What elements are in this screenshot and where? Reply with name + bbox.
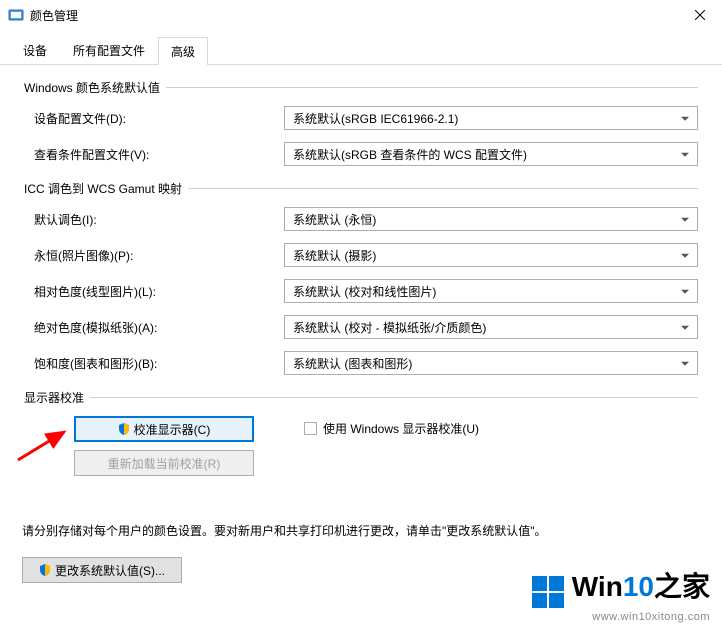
select-value: 系统默认 (摄影) — [293, 247, 376, 264]
label-absolute: 绝对色度(模拟纸张)(A): — [24, 319, 284, 336]
select-value: 系统默认 (图表和图形) — [293, 355, 412, 372]
tab-advanced[interactable]: 高级 — [158, 37, 208, 65]
label-perceptual: 永恒(照片图像)(P): — [24, 247, 284, 264]
button-label: 重新加载当前校准(R) — [108, 455, 221, 472]
legend-calibration: 显示器校准 — [24, 389, 84, 406]
select-value: 系统默认(sRGB IEC61966-2.1) — [293, 110, 458, 127]
close-icon — [695, 10, 705, 20]
titlebar: 颜色管理 — [0, 0, 722, 30]
group-windows-defaults: Windows 颜色系统默认值 设备配置文件(D): 系统默认(sRGB IEC… — [24, 79, 698, 166]
divider — [166, 87, 698, 88]
watermark-url: www.win10xitong.com — [530, 612, 710, 623]
label-device-profile: 设备配置文件(D): — [24, 110, 284, 127]
watermark-brand-a: Win — [572, 571, 623, 602]
legend-icc-gamut: ICC 调色到 WCS Gamut 映射 — [24, 180, 182, 197]
use-windows-calibration-checkbox[interactable]: 使用 Windows 显示器校准(U) — [304, 416, 479, 437]
window-title: 颜色管理 — [30, 7, 677, 24]
button-label: 校准显示器(C) — [134, 421, 211, 438]
select-viewing-profile[interactable]: 系统默认(sRGB 查看条件的 WCS 配置文件) — [284, 142, 698, 166]
footer-note: 请分别存储对每个用户的颜色设置。要对新用户和共享打印机进行更改，请单击"更改系统… — [0, 522, 722, 539]
shield-icon — [39, 564, 51, 576]
calibrate-display-button[interactable]: 校准显示器(C) — [74, 416, 254, 442]
label-default-intent: 默认调色(I): — [24, 211, 284, 228]
app-icon — [8, 7, 24, 23]
button-label: 更改系统默认值(S)... — [55, 562, 165, 579]
select-value: 系统默认 (校对 - 模拟纸张/介质颜色) — [293, 319, 486, 336]
select-perceptual[interactable]: 系统默认 (摄影) — [284, 243, 698, 267]
select-default-intent[interactable]: 系统默认 (永恒) — [284, 207, 698, 231]
close-button[interactable] — [677, 0, 722, 30]
shield-icon — [118, 423, 130, 435]
watermark-brand-c: 之家 — [654, 571, 710, 602]
group-display-calibration: 显示器校准 校准显示器(C) 重新加载当前校准(R) — [24, 389, 698, 476]
checkbox-icon — [304, 422, 317, 435]
select-device-profile[interactable]: 系统默认(sRGB IEC61966-2.1) — [284, 106, 698, 130]
select-saturation[interactable]: 系统默认 (图表和图形) — [284, 351, 698, 375]
select-absolute[interactable]: 系统默认 (校对 - 模拟纸张/介质颜色) — [284, 315, 698, 339]
label-saturation: 饱和度(图表和图形)(B): — [24, 355, 284, 372]
tab-content: Windows 颜色系统默认值 设备配置文件(D): 系统默认(sRGB IEC… — [0, 65, 722, 500]
label-viewing-profile: 查看条件配置文件(V): — [24, 146, 284, 163]
divider — [90, 397, 698, 398]
tab-devices[interactable]: 设备 — [10, 36, 60, 64]
select-value: 系统默认(sRGB 查看条件的 WCS 配置文件) — [293, 146, 527, 163]
tab-all-profiles[interactable]: 所有配置文件 — [60, 36, 158, 64]
checkbox-label: 使用 Windows 显示器校准(U) — [323, 420, 479, 437]
change-system-defaults-button[interactable]: 更改系统默认值(S)... — [22, 557, 182, 583]
reload-calibration-button[interactable]: 重新加载当前校准(R) — [74, 450, 254, 476]
select-value: 系统默认 (永恒) — [293, 211, 376, 228]
select-value: 系统默认 (校对和线性图片) — [293, 283, 436, 300]
watermark: Win10之家 www.win10xitong.com — [530, 573, 710, 623]
divider — [188, 188, 698, 189]
windows-logo-icon — [530, 574, 568, 612]
group-icc-gamut: ICC 调色到 WCS Gamut 映射 默认调色(I): 系统默认 (永恒) … — [24, 180, 698, 375]
tab-strip: 设备 所有配置文件 高级 — [0, 30, 722, 65]
watermark-brand-b: 10 — [623, 571, 654, 602]
legend-windows-defaults: Windows 颜色系统默认值 — [24, 79, 160, 96]
label-relative: 相对色度(线型图片)(L): — [24, 283, 284, 300]
select-relative[interactable]: 系统默认 (校对和线性图片) — [284, 279, 698, 303]
